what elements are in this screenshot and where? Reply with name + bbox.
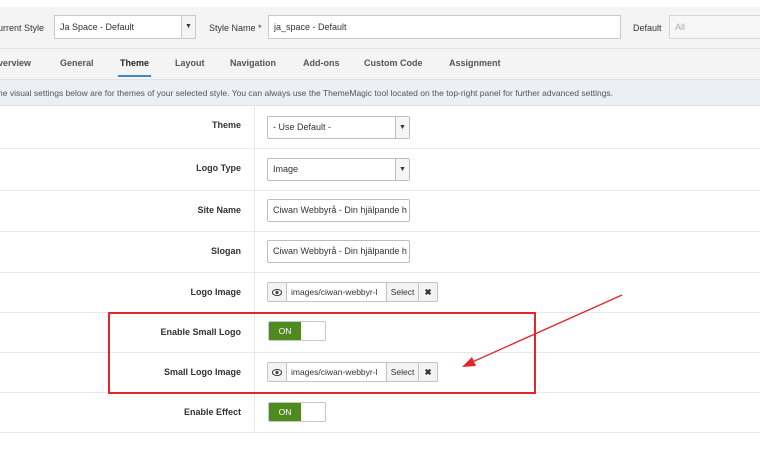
- annotation-arrow: [462, 294, 623, 367]
